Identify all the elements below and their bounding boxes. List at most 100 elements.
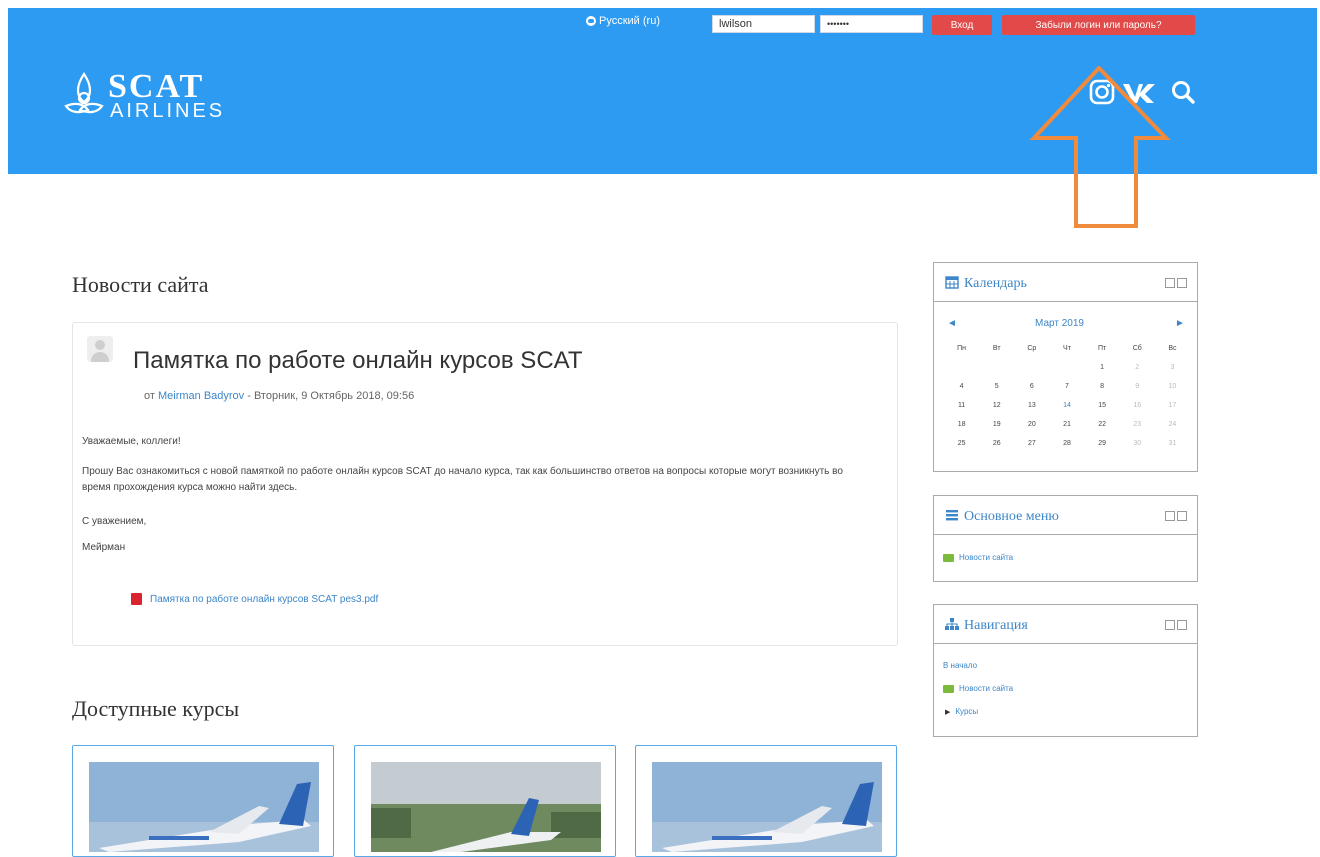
- calendar-day[interactable]: 30: [1120, 434, 1155, 453]
- annotation-arrow-icon: [1029, 66, 1171, 228]
- forum-icon: [943, 553, 954, 562]
- weekday: Пт: [1097, 345, 1107, 352]
- language-label: Русский (ru): [599, 15, 660, 27]
- calendar-day[interactable]: 26: [979, 434, 1014, 453]
- calendar-day[interactable]: 29: [1085, 434, 1120, 453]
- post-title: Памятка по работе онлайн курсов SCAT: [133, 347, 583, 374]
- post-regards: С уважением,: [82, 516, 147, 527]
- calendar-day[interactable]: 10: [1155, 377, 1190, 396]
- calendar-day[interactable]: 31: [1155, 434, 1190, 453]
- calendar-day[interactable]: 17: [1155, 396, 1190, 415]
- username-input[interactable]: lwilson: [712, 15, 815, 33]
- calendar-title: Календарь: [964, 276, 1027, 291]
- calendar-day[interactable]: 21: [1049, 415, 1084, 434]
- navigation-title: Навигация: [964, 618, 1028, 633]
- calendar-week-row: 25 26 27 28 29 30 31: [944, 434, 1190, 453]
- attachment-link[interactable]: Памятка по работе онлайн курсов SCAT pes…: [131, 593, 378, 605]
- attachment-name: Памятка по работе онлайн курсов SCAT pes…: [150, 593, 379, 605]
- calendar-week-row: 11 12 13 14 15 16 17: [944, 396, 1190, 415]
- calendar-day[interactable]: 20: [1014, 415, 1049, 434]
- weekday: Вс: [1168, 345, 1177, 352]
- calendar-day[interactable]: 2: [1120, 358, 1155, 377]
- calendar-day[interactable]: 9: [1120, 377, 1155, 396]
- main-menu-block-header: Основное меню: [934, 496, 1197, 535]
- calendar-day[interactable]: 22: [1085, 415, 1120, 434]
- scat-logo[interactable]: SCAT AIRLINES: [62, 66, 302, 126]
- course-card[interactable]: [72, 745, 334, 857]
- calendar-day[interactable]: 28: [1049, 434, 1084, 453]
- calendar-day[interactable]: 12: [979, 396, 1014, 415]
- calendar-day[interactable]: 18: [944, 415, 979, 434]
- dock-icon[interactable]: [1165, 620, 1175, 630]
- calendar-icon: [945, 276, 959, 289]
- calendar-day[interactable]: 16: [1120, 396, 1155, 415]
- calendar-week-row: 18 19 20 21 22 23 24: [944, 415, 1190, 434]
- courses-section-title: Доступные курсы: [72, 696, 240, 721]
- password-input[interactable]: •••••••: [820, 15, 923, 33]
- pdf-icon: [131, 593, 142, 605]
- post-author-link[interactable]: Meirman Badyrov: [158, 390, 244, 402]
- brand-subtitle: AIRLINES: [110, 100, 226, 122]
- calendar-day[interactable]: 6: [1014, 377, 1049, 396]
- menu-icon: [946, 510, 958, 521]
- weekday: Сб: [1132, 345, 1142, 352]
- collapse-icon[interactable]: [1177, 511, 1187, 521]
- calendar-day[interactable]: 13: [1014, 396, 1049, 415]
- calendar-day[interactable]: 15: [1085, 396, 1120, 415]
- calendar-day[interactable]: 3: [1155, 358, 1190, 377]
- login-button[interactable]: Вход: [932, 15, 992, 35]
- post-greeting: Уважаемые, коллеги!: [82, 436, 181, 447]
- calendar-day: [1014, 358, 1049, 377]
- calendar-day[interactable]: 19: [979, 415, 1014, 434]
- sitemap-icon: [945, 618, 959, 630]
- calendar-day[interactable]: 4: [944, 377, 979, 396]
- collapse-icon[interactable]: [1177, 620, 1187, 630]
- calendar-day[interactable]: 7: [1049, 377, 1084, 396]
- calendar-day: [1049, 358, 1084, 377]
- forum-icon: [943, 684, 954, 693]
- calendar-day[interactable]: 23: [1120, 415, 1155, 434]
- calendar-day[interactable]: 25: [944, 434, 979, 453]
- course-image[interactable]: [371, 762, 601, 852]
- calendar-day[interactable]: 5: [979, 377, 1014, 396]
- calendar-prev-button[interactable]: ◄: [947, 318, 957, 329]
- block-controls[interactable]: [1165, 278, 1187, 288]
- calendar-day[interactable]: 24: [1155, 415, 1190, 434]
- dock-icon[interactable]: [1165, 278, 1175, 288]
- calendar-day[interactable]: 27: [1014, 434, 1049, 453]
- calendar-day-today[interactable]: 14: [1049, 396, 1084, 415]
- forgot-password-button[interactable]: Забыли логин или пароль?: [1002, 15, 1195, 35]
- main-menu-title: Основное меню: [964, 509, 1059, 524]
- calendar-day[interactable]: 1: [1085, 358, 1120, 377]
- calendar-weekday-row: Пн Вт Ср Чт Пт Сб Вс: [944, 339, 1190, 358]
- collapsed-arrow-icon: ▶: [945, 708, 951, 716]
- nav-item-courses[interactable]: ▶ Курсы: [945, 707, 978, 716]
- calendar-day[interactable]: 8: [1085, 377, 1120, 396]
- calendar-month[interactable]: Март 2019: [1035, 318, 1084, 329]
- course-image[interactable]: [652, 762, 882, 852]
- nav-item-news[interactable]: Новости сайта: [943, 684, 1013, 693]
- calendar-day[interactable]: 11: [944, 396, 979, 415]
- post-date: - Вторник, 9 Октябрь 2018, 09:56: [244, 390, 415, 402]
- course-card[interactable]: [354, 745, 616, 857]
- author-avatar[interactable]: [87, 336, 113, 362]
- dock-icon[interactable]: [1165, 511, 1175, 521]
- post-signature: Мейрман: [82, 542, 126, 553]
- calendar-next-button[interactable]: ►: [1175, 318, 1185, 329]
- block-controls[interactable]: [1165, 620, 1187, 630]
- course-image[interactable]: [89, 762, 319, 852]
- main-menu-item-news[interactable]: Новости сайта: [943, 553, 1013, 562]
- navigation-block-header: Навигация: [934, 605, 1197, 644]
- username-value: lwilson: [719, 18, 753, 30]
- collapse-icon[interactable]: [1177, 278, 1187, 288]
- course-card[interactable]: [635, 745, 897, 857]
- post-body: Прошу Вас ознакомиться с новой памяткой …: [82, 466, 843, 493]
- block-controls[interactable]: [1165, 511, 1187, 521]
- news-section-title: Новости сайта: [72, 272, 209, 297]
- search-icon[interactable]: [1170, 79, 1196, 105]
- language-selector[interactable]: Русский (ru): [586, 13, 660, 29]
- calendar-grid: Пн Вт Ср Чт Пт Сб Вс 1 2 3 4 5 6 7 8 9 1…: [944, 339, 1190, 453]
- nav-item-home[interactable]: В начало: [943, 661, 977, 670]
- globe-icon: [586, 16, 596, 26]
- nav-item-label: Новости сайта: [959, 684, 1014, 693]
